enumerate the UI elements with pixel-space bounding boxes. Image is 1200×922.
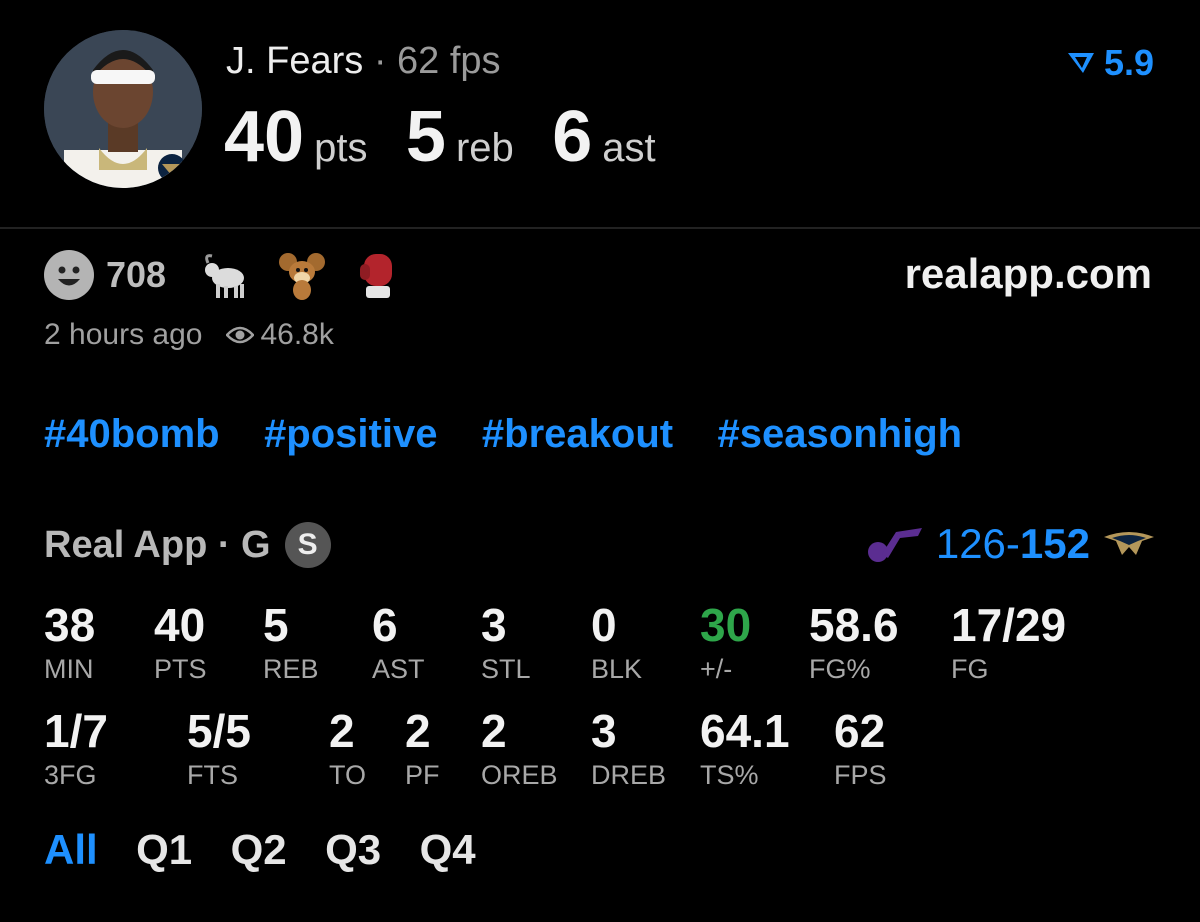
game-score[interactable]: 126-152 [866, 520, 1156, 568]
goat-icon[interactable] [200, 248, 254, 302]
stat-value: 0 [591, 599, 617, 651]
stat-value: 17/29 [951, 599, 1067, 651]
stat-value: 64.1 [700, 705, 790, 757]
fps-text: 62 fps [397, 40, 501, 82]
stat-stl: 3 STL [481, 602, 531, 683]
eye-icon [226, 326, 255, 344]
assists-unit: ast [602, 126, 656, 170]
stat-label: AST [372, 654, 425, 684]
header-divider [0, 227, 1200, 229]
stat-value: 40 [154, 599, 206, 651]
post-meta: 2 hours ago 46.8k [44, 318, 334, 352]
hashtag[interactable]: #positive [264, 412, 437, 456]
stat-label: +/- [700, 654, 733, 684]
stat-pf: 2 PF [405, 708, 440, 789]
reaction-count: 708 [106, 254, 167, 295]
rating-value: 5.9 [1103, 42, 1154, 83]
hashtag[interactable]: #breakout [482, 412, 673, 456]
stat-value: 2 [329, 705, 355, 757]
stat-value: 1/7 [44, 705, 108, 757]
cartoon-mouse-icon[interactable] [276, 248, 330, 302]
away-score: 126 [935, 520, 1006, 567]
stat-fts: 5/5 FTS [187, 708, 251, 789]
stat-label: FTS [187, 760, 238, 790]
stat-label: PF [405, 760, 440, 790]
stat-value: 5 [263, 599, 289, 651]
quarter-tabs: All Q1 Q2 Q3 Q4 [44, 826, 510, 874]
stat-plus-minus: 30 +/- [700, 602, 751, 683]
stat-label: DREB [591, 760, 667, 790]
stat-value: 3 [591, 705, 617, 757]
rebounds-unit: reb [455, 126, 514, 170]
stat-label: REB [263, 654, 319, 684]
stat-value: 5/5 [187, 705, 251, 757]
points-value: 40 [224, 97, 305, 177]
reactions-row: 708 [44, 248, 428, 302]
hashtags: #40bomb #positive #breakout #seasonhigh [44, 412, 1002, 457]
stat-blk: 0 BLK [591, 602, 642, 683]
hashtag[interactable]: #40bomb [44, 412, 220, 456]
stat-value: 58.6 [809, 599, 899, 651]
stat-value: 2 [481, 705, 507, 757]
stat-pts: 40 PTS [154, 602, 207, 683]
score-dash: - [1005, 520, 1020, 567]
stat-oreb: 2 OREB [481, 708, 558, 789]
points-unit: pts [314, 126, 368, 170]
tab-all[interactable]: All [44, 826, 98, 873]
stat-label: BLK [591, 654, 643, 684]
smiley-reaction-icon[interactable] [44, 250, 94, 300]
stat-dreb: 3 DREB [591, 708, 666, 789]
tab-q1[interactable]: Q1 [136, 826, 192, 873]
stat-label: MIN [44, 654, 94, 684]
player-name[interactable]: J. Fears [226, 40, 363, 82]
views-value: 46.8k [260, 318, 334, 351]
stat-label: PTS [154, 654, 207, 684]
stat-ast: 6 AST [372, 602, 425, 683]
stat-label: 3FG [44, 760, 97, 790]
boxing-glove-icon[interactable] [352, 248, 406, 302]
stat-label: TS% [700, 760, 759, 790]
status-badge: S [284, 522, 331, 568]
stat-to: 2 TO [329, 708, 366, 789]
stat-value: 30 [700, 599, 752, 651]
home-score: 152 [1019, 520, 1090, 567]
headline-stats: 40 pts 5 reb 6 ast [224, 96, 690, 178]
stat-label: FPS [834, 760, 887, 790]
stat-value: 62 [834, 705, 886, 757]
time-ago: 2 hours ago [44, 318, 203, 351]
views-count: 46.8k [226, 318, 334, 352]
stat-label: OREB [481, 760, 558, 790]
assists-value: 6 [552, 97, 593, 177]
tab-q2[interactable]: Q2 [231, 826, 287, 873]
stat-fg-pct: 58.6 FG% [809, 602, 899, 683]
stat-label: FG% [809, 654, 871, 684]
stat-fg: 17/29 FG [951, 602, 1066, 683]
stat-label: TO [329, 760, 367, 790]
stat-value: 6 [372, 599, 398, 651]
rating-icon [1067, 53, 1094, 73]
stat-value: 3 [481, 599, 507, 651]
jazz-logo-icon [867, 528, 922, 562]
stat-min: 38 MIN [44, 602, 95, 683]
rating-badge[interactable]: 5.9 [1066, 42, 1154, 84]
rebounds-value: 5 [405, 97, 446, 177]
tab-q4[interactable]: Q4 [420, 826, 476, 873]
stat-value: 2 [405, 705, 431, 757]
stat-3fg: 1/7 3FG [44, 708, 108, 789]
hashtag[interactable]: #seasonhigh [718, 412, 963, 456]
stat-fps: 62 FPS [834, 708, 887, 789]
tab-q3[interactable]: Q3 [325, 826, 381, 873]
stat-reb: 5 REB [263, 602, 319, 683]
game-source-line: Real App · G S [44, 522, 331, 568]
game-source: Real App · G [44, 523, 271, 566]
stat-label: STL [481, 654, 531, 684]
stat-label: FG [951, 654, 989, 684]
separator: · [373, 40, 387, 82]
stat-ts-pct: 64.1 TS% [700, 708, 790, 789]
player-name-line: J. Fears · 62 fps [226, 40, 501, 83]
stat-value: 38 [44, 599, 96, 651]
site-link[interactable]: realapp.com [905, 250, 1152, 298]
player-avatar[interactable] [44, 30, 202, 188]
pelicans-logo-icon [1104, 532, 1154, 555]
